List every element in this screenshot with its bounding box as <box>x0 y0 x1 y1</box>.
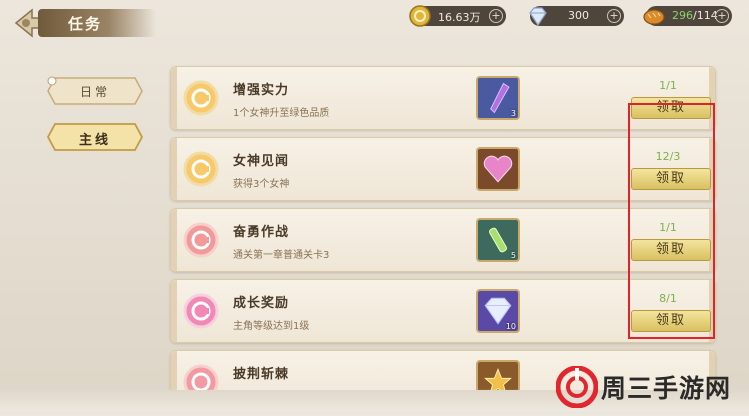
tab-daily-label: 日常 <box>79 85 110 99</box>
reward-slot[interactable] <box>476 147 520 191</box>
task-name: 成长奖励 <box>233 296 290 311</box>
bread-icon <box>643 9 665 25</box>
stamina-current: 296 <box>672 9 693 22</box>
stamina-value: 296/114 <box>672 9 718 22</box>
task-name: 披荆斩棘 <box>233 367 290 382</box>
reward-slot[interactable]: 10 <box>476 289 520 333</box>
add-stamina-button[interactable]: + <box>715 9 729 23</box>
reward-slot[interactable]: 5 <box>476 218 520 262</box>
tab-main[interactable]: 主线 <box>47 122 143 152</box>
card-edge <box>171 280 177 342</box>
add-diamond-button[interactable]: + <box>607 9 621 23</box>
task-coin-icon <box>183 364 219 390</box>
page-title: 任务 <box>68 15 103 33</box>
pink-heart-gem-icon <box>478 149 518 189</box>
tab-daily[interactable]: 日常 <box>47 76 143 106</box>
task-desc: 主角等级达到1级 <box>233 321 310 332</box>
reward-count: 5 <box>510 251 516 260</box>
task-coin-icon <box>183 222 219 258</box>
gold-resource: 16.63万 + <box>409 5 506 27</box>
card-edge <box>171 138 177 200</box>
task-coin-icon <box>183 80 219 116</box>
card-edge <box>171 67 177 129</box>
task-name: 奋勇作战 <box>233 225 290 240</box>
tab-main-label: 主线 <box>78 133 111 148</box>
task-progress: 1/1 <box>659 79 677 92</box>
watermark-logo-icon <box>556 366 598 408</box>
highlight-box <box>628 103 715 339</box>
add-gold-button[interactable]: + <box>489 9 503 23</box>
task-desc: 1个女神升至绿色品质 <box>233 108 330 119</box>
reward-slot[interactable]: 3 <box>476 76 520 120</box>
gold-star-icon <box>478 362 518 390</box>
reward-slot[interactable] <box>476 360 520 390</box>
watermark-text: 周三手游网 <box>601 374 732 403</box>
card-edge <box>171 351 177 390</box>
task-desc: 通关第一章普通关卡3 <box>233 250 330 261</box>
stamina-max: /114 <box>693 9 718 22</box>
stamina-resource: 296/114 + <box>643 6 732 26</box>
task-coin-icon <box>183 151 219 187</box>
reward-count: 3 <box>510 109 516 118</box>
diamond-value: 300 <box>568 9 589 22</box>
task-name: 增强实力 <box>233 83 290 98</box>
task-name: 女神见闻 <box>233 154 290 169</box>
diamond-icon <box>529 7 547 27</box>
diamond-resource: 300 + <box>529 6 624 27</box>
gold-value: 16.63万 <box>438 11 481 24</box>
task-desc: 获得3个女神 <box>233 179 290 190</box>
task-coin-icon <box>183 293 219 329</box>
card-edge <box>171 209 177 271</box>
reward-count: 10 <box>505 322 516 331</box>
gold-coin-icon <box>409 5 431 27</box>
